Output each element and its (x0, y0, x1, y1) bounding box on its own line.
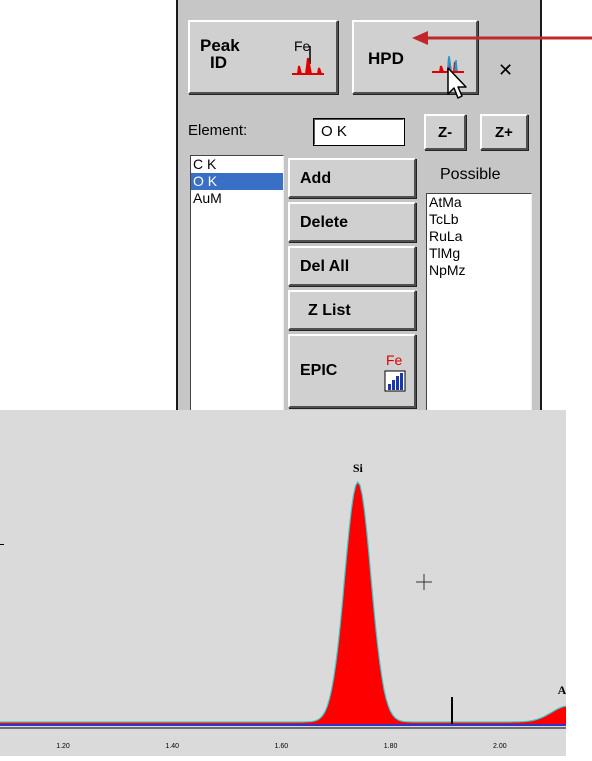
z-minus-button[interactable]: Z- (424, 114, 466, 150)
epic-label: EPIC (300, 362, 338, 379)
z-minus-label: Z- (438, 124, 453, 141)
peak-label-si: Si (353, 461, 364, 475)
mouse-cursor-icon (447, 67, 467, 99)
peak-id-label-line2: ID (210, 53, 227, 72)
peak-label-au: Au (558, 683, 566, 697)
possible-label: Possible (440, 166, 501, 183)
z-list-label: Z List (308, 302, 351, 319)
spectrum-display[interactable]: SiAu1.201.401.601.802.002.202.402.60 (0, 410, 592, 756)
bar-chart-icon (384, 370, 406, 392)
x-tick-label: 2.00 (493, 743, 507, 750)
element-list[interactable]: C K O K AuM (190, 155, 284, 415)
delete-label: Delete (300, 214, 349, 231)
z-plus-label: Z+ (495, 124, 513, 141)
spectrum-plot: SiAu1.201.401.601.802.002.202.402.60 (0, 461, 592, 750)
possible-list[interactable]: AtMa TcLb RuLa TlMg NpMz (426, 193, 532, 415)
list-item[interactable]: O K (191, 173, 283, 190)
list-item[interactable]: AtMa (427, 194, 531, 211)
x-tick-label: 1.20 (56, 743, 70, 750)
peak-id-button[interactable]: Peak ID Fe (188, 20, 338, 94)
add-label: Add (300, 170, 332, 187)
element-input-value: O K (321, 123, 347, 140)
spectrum-outline (0, 480, 592, 723)
add-button[interactable]: Add (288, 158, 416, 198)
close-icon[interactable]: ✕ (498, 60, 513, 81)
epic-fe-icon-text: Fe (386, 352, 403, 368)
peak-id-panel: Peak ID Fe HPD ✕ Element: O K Z- Z+ C K (176, 0, 542, 415)
edge-tick (0, 544, 4, 545)
x-tick-label: 1.40 (165, 743, 179, 750)
list-item[interactable]: RuLa (427, 228, 531, 245)
spectrum-peak-icon (292, 46, 324, 75)
delete-button[interactable]: Delete (288, 202, 416, 242)
list-item[interactable]: TlMg (427, 245, 531, 262)
z-list-button[interactable]: Z List (288, 290, 416, 330)
annotation-arrow-icon (412, 31, 592, 45)
list-item[interactable]: NpMz (427, 262, 531, 279)
element-label: Element: (188, 122, 248, 139)
del-all-label: Del All (300, 258, 350, 275)
spectrum-fill (0, 482, 592, 724)
del-all-button[interactable]: Del All (288, 246, 416, 286)
list-item[interactable]: TcLb (427, 211, 531, 228)
x-tick-label: 1.80 (384, 743, 398, 750)
list-item[interactable]: AuM (191, 190, 283, 207)
element-input[interactable]: O K (313, 118, 405, 146)
hpd-label: HPD (368, 49, 404, 68)
z-plus-button[interactable]: Z+ (480, 114, 528, 150)
epic-button[interactable]: EPIC Fe (288, 334, 416, 408)
x-tick-label: 1.60 (275, 743, 289, 750)
list-item[interactable]: C K (191, 156, 283, 173)
